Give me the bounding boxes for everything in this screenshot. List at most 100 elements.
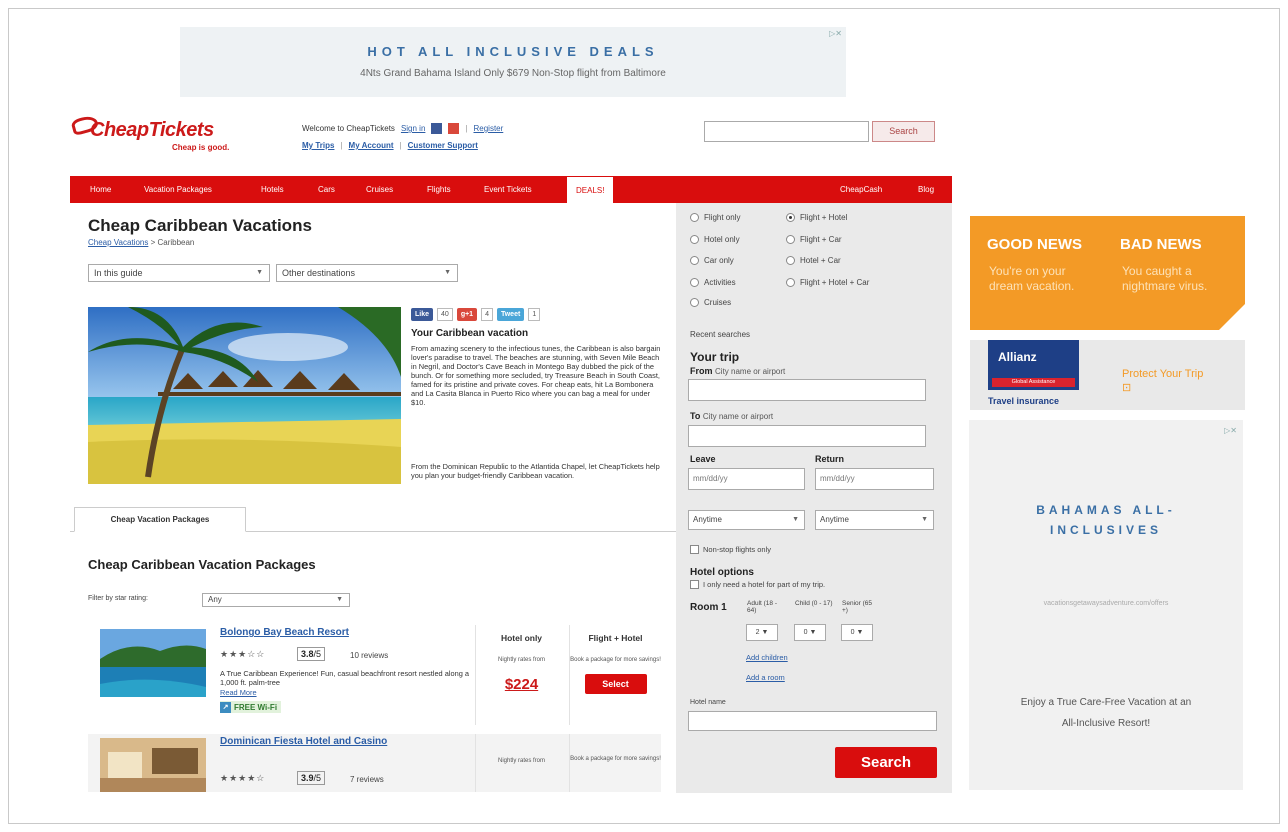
- nav-home[interactable]: Home: [90, 176, 111, 203]
- sign-in-link[interactable]: Sign in: [401, 124, 425, 133]
- my-account-link[interactable]: My Account: [349, 141, 394, 150]
- tab-cheap-vacation-packages[interactable]: Cheap Vacation Packages: [74, 507, 246, 532]
- radio-circle: [690, 213, 699, 222]
- chevron-down-icon: ▼: [792, 516, 799, 523]
- add-room-link[interactable]: Add a room: [746, 673, 785, 682]
- bahamas-heading: BAHAMAS ALL-INCLUSIVES: [1036, 503, 1176, 537]
- hotel-photo[interactable]: [100, 738, 206, 806]
- to-label-text: To: [690, 411, 701, 421]
- radio-flight-hotel[interactable]: Flight + Hotel: [786, 213, 847, 222]
- senior-value: 0: [850, 629, 855, 636]
- read-more-link[interactable]: Read More: [220, 688, 257, 697]
- nav-event-tickets[interactable]: Event Tickets: [484, 176, 532, 203]
- adult-value: 2: [755, 629, 760, 636]
- partial-hotel-checkbox[interactable]: I only need a hotel for part of my trip.: [690, 580, 825, 589]
- radio-hotel-car[interactable]: Hotel + Car: [786, 256, 841, 265]
- select-button[interactable]: Select: [584, 674, 647, 694]
- from-hint: City name or airport: [715, 367, 786, 376]
- adult-select[interactable]: 2 ▼: [746, 624, 778, 641]
- bahamas-ad[interactable]: ▷✕ BAHAMAS ALL-INCLUSIVES vacationsgetaw…: [969, 420, 1243, 790]
- nav-cars[interactable]: Cars: [318, 176, 335, 203]
- google-icon[interactable]: [448, 123, 460, 134]
- tweet-count: 1: [528, 308, 541, 321]
- welcome-bar: Welcome to CheapTickets Sign in | Regist…: [302, 123, 504, 134]
- child-label: Child (0 - 17): [795, 600, 833, 607]
- radio-label: Flight + Hotel + Car: [800, 278, 870, 287]
- allianz-ad[interactable]: Allianz Global Assistance Travel insuran…: [970, 340, 1245, 410]
- recent-searches-label[interactable]: Recent searches: [690, 330, 750, 339]
- score-max: /5: [313, 649, 322, 659]
- review-count: 10 reviews: [350, 651, 389, 660]
- site-search-button[interactable]: Search: [872, 121, 935, 142]
- adchoices-icon[interactable]: ▷✕: [829, 29, 842, 38]
- hotel-price-link[interactable]: $224: [476, 676, 567, 693]
- checkbox-box: [690, 580, 699, 589]
- radio-hotel-only[interactable]: Hotel only: [690, 235, 740, 244]
- nav-deals[interactable]: DEALS!: [566, 176, 615, 203]
- breadcrumb-link[interactable]: Cheap Vacations: [88, 238, 148, 247]
- nav-cheapcash[interactable]: CheapCash: [840, 176, 882, 203]
- logo-name: CheapTickets: [90, 119, 214, 141]
- nav-blog[interactable]: Blog: [918, 176, 934, 203]
- radio-cruises[interactable]: Cruises: [690, 298, 731, 307]
- facebook-like-button[interactable]: Like: [411, 308, 434, 321]
- radio-car-only[interactable]: Car only: [690, 256, 734, 265]
- radio-flight-hotel-car[interactable]: Flight + Hotel + Car: [786, 278, 869, 287]
- my-trips-link[interactable]: My Trips: [302, 141, 334, 150]
- radio-flight-only[interactable]: Flight only: [690, 213, 740, 222]
- radio-activities[interactable]: Activities: [690, 278, 736, 287]
- from-label: From City name or airport: [690, 366, 785, 376]
- cheaptickets-logo[interactable]: CheapTickets Cheap is good.: [70, 113, 262, 157]
- hotel-name-link[interactable]: Bolongo Bay Beach Resort: [220, 627, 410, 639]
- leave-time-select[interactable]: Anytime ▼: [688, 510, 805, 530]
- return-date-input[interactable]: mm/dd/yy: [815, 468, 934, 490]
- hotel-name-input[interactable]: [688, 711, 937, 731]
- facebook-icon[interactable]: [431, 123, 443, 134]
- allianz-bar: Global Assistance: [992, 378, 1075, 387]
- site-search-input[interactable]: [704, 121, 869, 142]
- leave-date-input[interactable]: mm/dd/yy: [688, 468, 805, 490]
- star-filter-select[interactable]: Any ▼: [202, 593, 350, 607]
- in-this-guide-select[interactable]: In this guide ▼: [88, 264, 270, 282]
- radio-label: Activities: [704, 278, 736, 287]
- protect-trip-link[interactable]: Protect Your Trip ⊡: [1122, 367, 1212, 395]
- radio-circle: [690, 298, 699, 307]
- to-input[interactable]: [688, 425, 926, 447]
- google-plus-button[interactable]: g+1: [456, 308, 478, 321]
- from-label-text: From: [690, 366, 713, 376]
- hotel-photo[interactable]: [100, 629, 206, 697]
- radio-circle: [690, 278, 699, 287]
- search-button[interactable]: Search: [835, 747, 937, 778]
- like-count: 40: [437, 308, 453, 321]
- intro-paragraph: From amazing scenery to the infectious t…: [411, 344, 661, 407]
- ad-headline: HOT ALL INCLUSIVE DEALS: [367, 44, 659, 59]
- adchoices-icon[interactable]: ▷✕: [1224, 426, 1237, 435]
- nav-flights[interactable]: Flights: [427, 176, 451, 203]
- radio-flight-car[interactable]: Flight + Car: [786, 235, 842, 244]
- senior-select[interactable]: 0 ▼: [841, 624, 873, 641]
- child-select[interactable]: 0 ▼: [794, 624, 826, 641]
- good-news-heading: GOOD NEWS: [987, 236, 1083, 253]
- nonstop-checkbox[interactable]: Non-stop flights only: [690, 545, 771, 554]
- nav-cruises[interactable]: Cruises: [366, 176, 393, 203]
- return-time-value: Anytime: [820, 515, 849, 524]
- register-link[interactable]: Register: [473, 124, 503, 133]
- rate-label: Nightly rates from: [497, 758, 545, 764]
- bad-news-text: You caught a nightmare virus.: [1122, 264, 1208, 293]
- add-children-link[interactable]: Add children: [746, 653, 788, 662]
- nav-vacation-packages[interactable]: Vacation Packages: [144, 176, 212, 203]
- nav-hotels[interactable]: Hotels: [261, 176, 284, 203]
- star-filter-value: Any: [208, 595, 222, 604]
- customer-support-link[interactable]: Customer Support: [408, 141, 478, 150]
- return-time-select[interactable]: Anytime ▼: [815, 510, 934, 530]
- room-label: Room 1: [690, 602, 727, 613]
- checkbox-box: [690, 545, 699, 554]
- child-value: 0: [803, 629, 808, 636]
- good-news-bad-news-ad[interactable]: GOOD NEWS You're on your dream vacation.…: [970, 216, 1245, 330]
- from-input[interactable]: [688, 379, 926, 401]
- tweet-button[interactable]: Tweet: [496, 308, 525, 321]
- other-destinations-select[interactable]: Other destinations ▼: [276, 264, 458, 282]
- hotel-name-link[interactable]: Dominican Fiesta Hotel and Casino: [220, 736, 410, 748]
- top-banner-ad[interactable]: HOT ALL INCLUSIVE DEALS 4Nts Grand Baham…: [180, 27, 846, 97]
- free-wifi-badge: ↗ FREE Wi-Fi: [220, 701, 282, 713]
